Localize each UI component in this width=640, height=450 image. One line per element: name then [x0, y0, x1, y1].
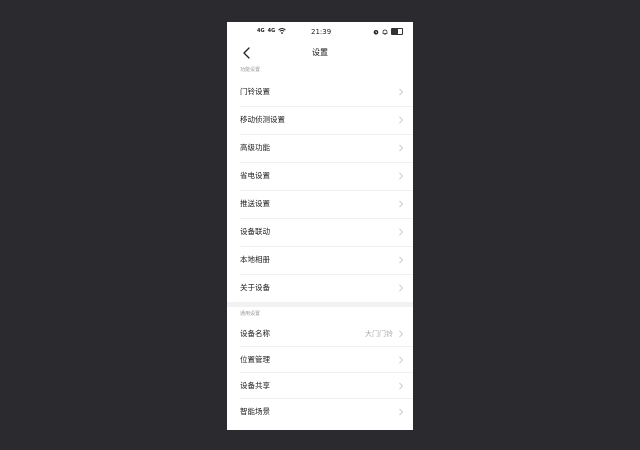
settings-row-device-sharing[interactable]: 设备共享: [227, 372, 413, 400]
settings-row-location[interactable]: 位置管理: [227, 346, 413, 374]
chevron-right-icon: [399, 116, 404, 124]
page-title: 设置: [312, 48, 328, 57]
settings-row-about-device[interactable]: 关于设备: [227, 274, 413, 302]
row-label: 省电设置: [240, 171, 270, 180]
nav-bar: 设置: [227, 42, 413, 64]
row-label: 本地相册: [240, 255, 270, 264]
signal-1-label: 4G: [257, 28, 265, 34]
status-right: [373, 28, 403, 35]
row-label: 位置管理: [240, 355, 270, 364]
row-label: 设备共享: [240, 381, 270, 390]
chevron-right-icon: [399, 256, 404, 264]
row-label: 关于设备: [240, 283, 270, 292]
row-label: 设备名称: [240, 329, 270, 338]
phone-screen: 4G 4G 21:39 设置 功能设置 门铃设置 移动侦测设置 高级功能 省电设…: [227, 22, 413, 430]
section-gap: [227, 302, 413, 307]
chevron-right-icon: [399, 200, 404, 208]
status-time: 21:39: [311, 28, 332, 36]
alarm-icon: [373, 29, 379, 35]
battery-level: [392, 29, 398, 34]
settings-row-device-name[interactable]: 设备名称 大门门铃: [227, 320, 413, 348]
row-label: 设备联动: [240, 227, 270, 236]
wifi-icon: [278, 28, 286, 34]
battery-icon: [391, 28, 403, 35]
row-label: 高级功能: [240, 143, 270, 152]
chevron-right-icon: [399, 382, 404, 390]
settings-row-advanced[interactable]: 高级功能: [227, 134, 413, 162]
chevron-right-icon: [399, 172, 404, 180]
signal-2-label: 4G: [267, 28, 276, 34]
settings-row-smart-scene[interactable]: 智能场景: [227, 398, 413, 426]
settings-row-motion-detection[interactable]: 移动侦测设置: [227, 106, 413, 134]
notification-icon: [382, 29, 388, 35]
settings-row-local-album[interactable]: 本地相册: [227, 246, 413, 274]
chevron-right-icon: [399, 144, 404, 152]
chevron-right-icon: [399, 330, 404, 338]
section-header-function-settings: 功能设置: [240, 67, 261, 73]
chevron-right-icon: [399, 408, 404, 416]
settings-row-doorbell[interactable]: 门铃设置: [227, 78, 413, 106]
settings-row-power-saving[interactable]: 省电设置: [227, 162, 413, 190]
row-label: 智能场景: [240, 407, 270, 416]
chevron-right-icon: [399, 356, 404, 364]
settings-row-device-linkage[interactable]: 设备联动: [227, 218, 413, 246]
chevron-right-icon: [399, 88, 404, 96]
status-left: 4G 4G: [257, 28, 286, 34]
status-bar: 4G 4G 21:39: [227, 22, 413, 42]
chevron-right-icon: [399, 284, 404, 292]
chevron-right-icon: [399, 228, 404, 236]
settings-row-push[interactable]: 推送设置: [227, 190, 413, 218]
device-name-value: 大门门铃: [365, 330, 393, 338]
row-label: 移动侦测设置: [240, 115, 285, 124]
row-label: 推送设置: [240, 199, 270, 208]
row-label: 门铃设置: [240, 87, 270, 96]
section-header-general-settings: 通用设置: [240, 311, 261, 317]
